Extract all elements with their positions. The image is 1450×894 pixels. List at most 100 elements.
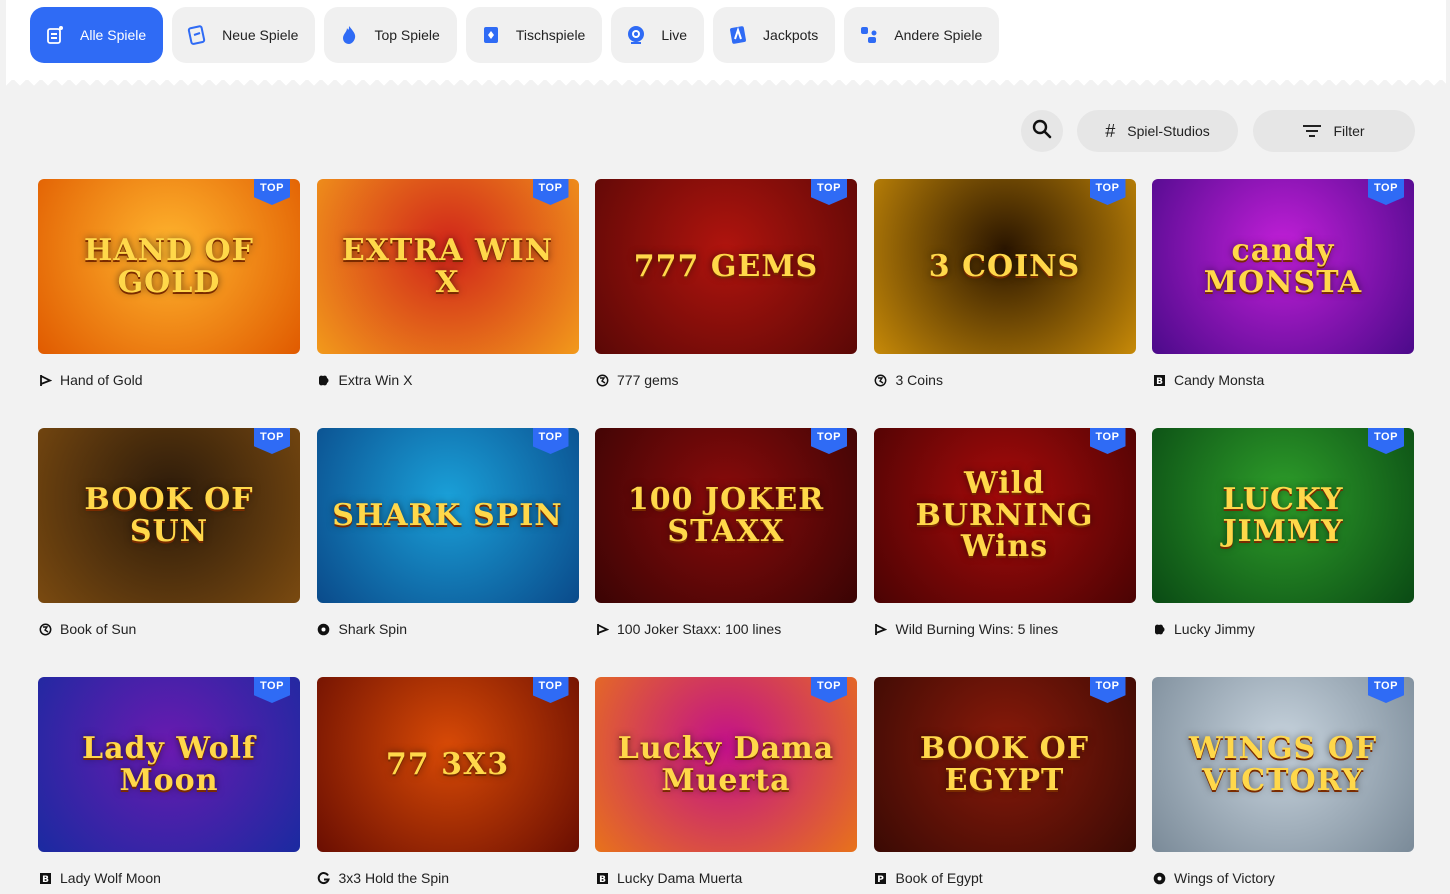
game-thumbnail[interactable]: WINGS OF VICTORY TOP	[1152, 677, 1414, 852]
tab-tischspiele[interactable]: Tischspiele	[465, 7, 603, 63]
game-meta: B Lucky Dama Muerta	[595, 868, 857, 888]
game-thumbnail[interactable]: BOOK OF SUN TOP	[38, 428, 300, 603]
top-badge: TOP	[532, 179, 569, 205]
game-card[interactable]: EXTRA WIN X TOP Extra Win X	[316, 179, 579, 428]
game-title[interactable]: Extra Win X	[339, 372, 413, 388]
game-thumbnail[interactable]: EXTRA WIN X TOP	[316, 179, 579, 354]
game-card[interactable]: SHARK SPIN TOP Shark Spin	[316, 428, 579, 677]
tab-label: Tischspiele	[515, 27, 586, 43]
game-logo-text: Wild BURNING Wins	[915, 466, 1094, 565]
game-meta: 100 Joker Staxx: 100 lines	[595, 619, 857, 639]
flag-icon	[874, 622, 888, 636]
game-thumbnail[interactable]: candy MONSTA TOP	[1152, 179, 1414, 354]
game-logo-text: 100 JOKER STAXX	[627, 482, 825, 549]
game-card[interactable]: LUCKY JIMMY TOP Lucky Jimmy	[1152, 428, 1414, 677]
game-title[interactable]: Candy Monsta	[1174, 372, 1264, 388]
game-title[interactable]: Shark Spin	[339, 621, 407, 637]
filter-label: Filter	[1333, 123, 1365, 139]
game-thumbnail[interactable]: Wild BURNING Wins TOP	[873, 428, 1136, 603]
circle-dot-icon	[317, 622, 331, 636]
flag-icon	[595, 622, 609, 636]
game-title[interactable]: Lucky Jimmy	[1174, 621, 1255, 637]
circle-dot-icon	[1152, 871, 1166, 885]
tab-neue-spiele[interactable]: Neue Spiele	[172, 7, 316, 63]
top-badge: TOP	[1368, 179, 1404, 205]
tab-label: Live	[661, 27, 688, 43]
game-meta: Hand of Gold	[38, 370, 300, 390]
game-logo-text: HAND OF GOLD	[84, 233, 254, 300]
game-card[interactable]: Lady Wolf Moon TOP B Lady Wolf Moon	[38, 677, 300, 894]
category-tabs: Alle Spiele Neue Spiele Top Spiele Tischspi…	[30, 7, 1000, 63]
top-badge: TOP	[811, 677, 847, 703]
top-badge: TOP	[254, 677, 290, 703]
game-thumbnail[interactable]: Lady Wolf Moon TOP	[38, 677, 300, 852]
game-meta: Wings of Victory	[1152, 868, 1414, 888]
game-thumbnail[interactable]: SHARK SPIN TOP	[316, 428, 579, 603]
game-thumbnail[interactable]: 3 COINS TOP	[873, 179, 1136, 354]
tab-top-spiele[interactable]: Top Spiele	[324, 7, 457, 63]
game-logo-text: Lady Wolf Moon	[82, 731, 256, 798]
game-card[interactable]: Lucky Dama Muerta TOP B Lucky Dama Muerta	[595, 677, 857, 894]
game-title[interactable]: Lucky Dama Muerta	[617, 870, 742, 886]
svg-text:B: B	[42, 875, 49, 885]
b-square-icon: B	[1152, 373, 1166, 387]
filter-icon	[1303, 125, 1322, 137]
game-title[interactable]: 777 gems	[617, 372, 678, 388]
game-meta: 3x3 Hold the Spin	[317, 868, 579, 888]
tab-jackpots[interactable]: Jackpots	[713, 7, 836, 63]
game-thumbnail[interactable]: Lucky Dama Muerta TOP	[595, 677, 857, 852]
all-games-icon	[44, 24, 66, 46]
game-title[interactable]: 3 Coins	[896, 372, 943, 388]
other-games-icon	[858, 24, 880, 46]
game-grid: HAND OF GOLD TOP Hand of Gold EXTRA WIN X TO…	[38, 179, 1414, 894]
game-card[interactable]: 777 GEMS TOP 777 gems	[595, 179, 857, 428]
game-card[interactable]: 77 3X3 TOP 3x3 Hold the Spin	[316, 677, 579, 894]
game-card[interactable]: BOOK OF EGYPT TOP P Book of Egypt	[873, 677, 1136, 894]
top-badge: TOP	[1089, 179, 1126, 205]
game-card[interactable]: Wild BURNING Wins TOP Wild Burning Wins: 5…	[873, 428, 1136, 677]
game-thumbnail[interactable]: 77 3X3 TOP	[316, 677, 579, 852]
game-thumbnail[interactable]: HAND OF GOLD TOP	[38, 179, 300, 354]
tab-live[interactable]: Live	[611, 7, 705, 63]
b-square-icon: B	[595, 871, 609, 885]
game-card[interactable]: WINGS OF VICTORY TOP Wings of Victory	[1152, 677, 1414, 894]
game-card[interactable]: candy MONSTA TOP B Candy Monsta	[1152, 179, 1414, 428]
game-card[interactable]: 3 COINS TOP 3 Coins	[873, 179, 1136, 428]
studios-button[interactable]: # Spiel-Studios	[1077, 110, 1238, 152]
search-button[interactable]	[1021, 110, 1063, 152]
puzzle-icon	[1152, 622, 1166, 636]
game-title[interactable]: Lady Wolf Moon	[60, 870, 161, 886]
flag-icon	[38, 373, 52, 387]
g-icon	[317, 871, 331, 885]
game-thumbnail[interactable]: LUCKY JIMMY TOP	[1152, 428, 1414, 603]
game-title[interactable]: Hand of Gold	[60, 372, 143, 388]
game-logo-text: WINGS OF VICTORY	[1188, 731, 1378, 798]
hash-icon: #	[1105, 120, 1116, 141]
top-badge: TOP	[254, 179, 290, 205]
tab-label: Andere Spiele	[894, 27, 983, 43]
game-thumbnail[interactable]: BOOK OF EGYPT TOP	[873, 677, 1136, 852]
puzzle-icon	[317, 373, 331, 387]
game-title[interactable]: 3x3 Hold the Spin	[339, 870, 450, 886]
filter-button[interactable]: Filter	[1253, 110, 1415, 152]
game-title[interactable]: Book of Egypt	[896, 870, 983, 886]
game-title[interactable]: Wings of Victory	[1174, 870, 1275, 886]
game-title[interactable]: Book of Sun	[60, 621, 136, 637]
tab-alle-spiele[interactable]: Alle Spiele	[30, 7, 164, 63]
tab-label: Jackpots	[763, 27, 819, 43]
game-thumbnail[interactable]: 100 JOKER STAXX TOP	[595, 428, 857, 603]
top-badge: TOP	[1368, 677, 1404, 703]
game-thumbnail[interactable]: 777 GEMS TOP	[595, 179, 857, 354]
tab-label: Alle Spiele	[80, 27, 147, 43]
game-card[interactable]: 100 JOKER STAXX TOP 100 Joker Staxx: 100 l…	[595, 428, 857, 677]
game-logo-text: 77 3X3	[385, 746, 510, 782]
spiral-icon	[38, 622, 52, 636]
top-badge: TOP	[811, 179, 847, 205]
p-square-icon: P	[874, 871, 888, 885]
tab-label: Neue Spiele	[222, 27, 299, 43]
game-card[interactable]: BOOK OF SUN TOP Book of Sun	[38, 428, 300, 677]
game-title[interactable]: Wild Burning Wins: 5 lines	[896, 621, 1059, 637]
tab-andere-spiele[interactable]: Andere Spiele	[844, 7, 1000, 63]
game-title[interactable]: 100 Joker Staxx: 100 lines	[617, 621, 781, 637]
game-card[interactable]: HAND OF GOLD TOP Hand of Gold	[38, 179, 300, 428]
